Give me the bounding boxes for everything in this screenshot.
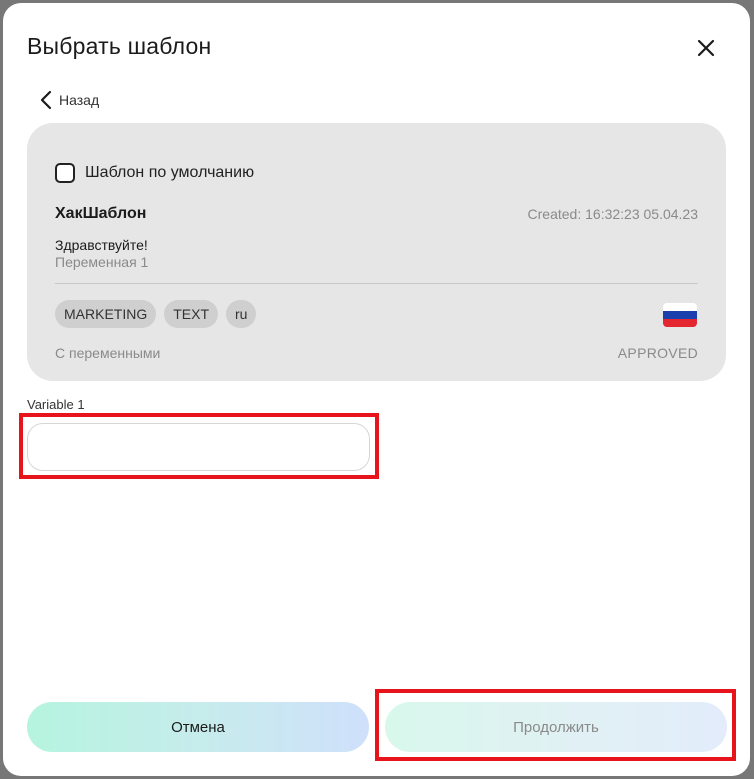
variable-1-input[interactable] [27,423,370,471]
variables-note: С переменными [55,345,161,361]
template-body-text: Здравствуйте! [55,237,148,253]
select-template-dialog: Выбрать шаблон Назад Шаблон по умолчанию… [3,3,750,776]
default-template-checkbox-row[interactable]: Шаблон по умолчанию [55,163,254,183]
template-name: ХакШаблон [55,205,147,222]
template-body-variable: Переменная 1 [55,254,149,270]
back-button[interactable]: Назад [39,89,99,111]
variable-1-label: Variable 1 [27,397,85,412]
created-timestamp: Created: 16:32:23 05.04.23 [527,206,698,222]
flag-stripe-red [663,319,697,327]
back-label: Назад [59,92,100,108]
default-template-label: Шаблон по умолчанию [85,164,255,181]
tag-category: MARKETING [55,300,157,328]
dialog-title: Выбрать шаблон [27,33,212,59]
chevron-left-icon [40,90,52,110]
flag-stripe-blue [663,311,697,319]
tag-type: TEXT [164,300,219,328]
flag-stripe-white [663,303,697,311]
default-template-checkbox[interactable] [55,163,75,183]
tag-language: ru [226,300,257,328]
tag-list: MARKETING TEXT ru [55,300,257,328]
cancel-button[interactable]: Отмена [27,702,369,752]
template-card[interactable]: Шаблон по умолчанию ХакШаблон Created: 1… [27,123,726,381]
russia-flag-icon [663,303,697,327]
close-icon[interactable] [693,35,719,61]
status-badge: APPROVED [617,345,698,361]
card-divider [55,283,698,284]
continue-button[interactable]: Продолжить [385,702,727,752]
